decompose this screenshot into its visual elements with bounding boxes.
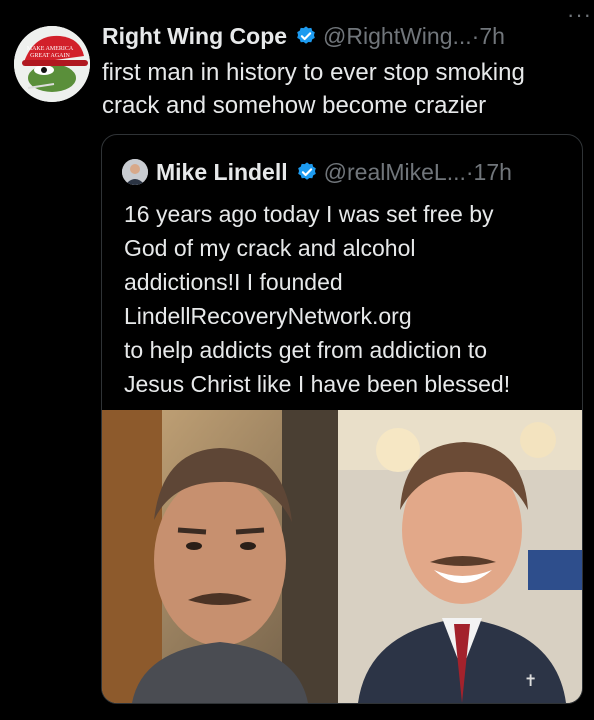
verified-badge-icon (297, 162, 316, 180)
tweet-text-line: crack and somehow become crazier (102, 92, 487, 119)
quote-media[interactable]: ✝ (102, 410, 582, 703)
author-avatar[interactable]: MAKE AMERICA GREAT AGAIN (14, 26, 90, 102)
svg-text:✝: ✝ (524, 671, 537, 690)
separator-dot: · (465, 158, 474, 185)
quote-text-line: to help addicts get from addiction to (124, 337, 488, 363)
frog-avatar-icon: MAKE AMERICA GREAT AGAIN (14, 26, 90, 102)
separator-dot: · (471, 22, 480, 49)
tweet-timestamp[interactable]: 7h (479, 23, 505, 50)
quote-text-line: Jesus Christ like I have been blessed! (124, 371, 511, 397)
svg-text:GREAT AGAIN: GREAT AGAIN (30, 53, 70, 59)
quote-timestamp[interactable]: 17h (474, 159, 512, 186)
author-handle[interactable]: @RightWing... (323, 23, 472, 50)
photo-before[interactable] (102, 410, 338, 703)
author-name[interactable]: Right Wing Cope (102, 23, 287, 50)
more-options-icon[interactable]: ··· (567, 2, 592, 28)
tweet-text-line: first man in history to ever stop smokin… (102, 59, 525, 86)
person-avatar-icon (122, 159, 148, 185)
quoted-tweet[interactable]: Mike Lindell @realMikeL... · 17h 16 year… (101, 134, 583, 704)
quote-text-line: addictions!I I founded (124, 269, 343, 295)
quote-header: Mike Lindell @realMikeL... · 17h (122, 157, 512, 187)
svg-text:MAKE AMERICA: MAKE AMERICA (27, 46, 74, 52)
quote-author-avatar[interactable] (122, 159, 148, 185)
man-portrait-before-image (102, 410, 338, 703)
photo-after[interactable]: ✝ (338, 410, 582, 703)
quote-text-line: LindellRecoveryNetwork.org (124, 303, 412, 329)
tweet-text: first man in history to ever stop smokin… (102, 56, 582, 122)
quote-text-line: God of my crack and alcohol (124, 235, 416, 261)
quote-author-name[interactable]: Mike Lindell (156, 159, 288, 186)
quote-text-line: 16 years ago today I was set free by (124, 201, 494, 227)
tweet-header: Right Wing Cope @RightWing... · 7h (102, 20, 586, 52)
verified-badge-icon (297, 26, 315, 44)
quote-text: 16 years ago today I was set free by God… (124, 197, 574, 401)
quote-author-handle[interactable]: @realMikeL... (324, 159, 466, 186)
man-portrait-after-image: ✝ (338, 410, 582, 703)
